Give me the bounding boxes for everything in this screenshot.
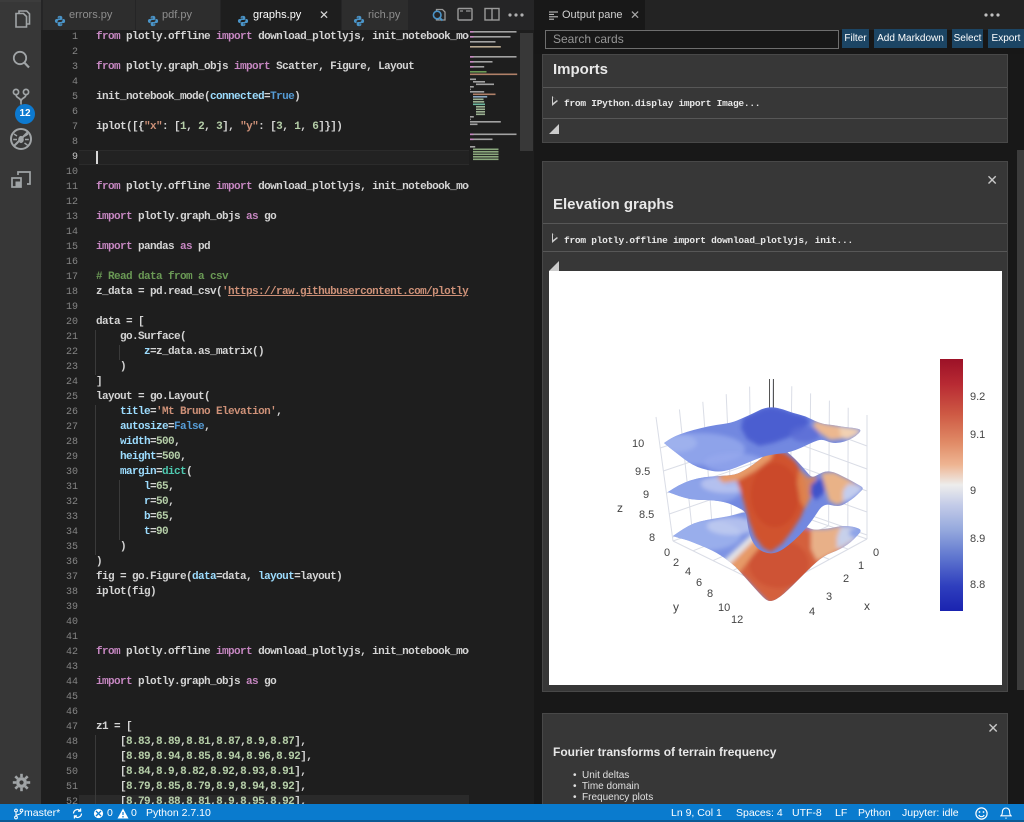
- svg-text:8.9: 8.9: [970, 533, 985, 545]
- svg-text:6: 6: [696, 577, 702, 589]
- svg-text:10: 10: [632, 438, 644, 450]
- svg-text:2: 2: [843, 573, 849, 585]
- svg-text:9.1: 9.1: [970, 429, 985, 441]
- svg-text:0: 0: [664, 547, 670, 559]
- svg-text:1: 1: [858, 560, 864, 572]
- svg-text:z: z: [617, 501, 623, 515]
- svg-text:4: 4: [809, 606, 815, 618]
- svg-text:y: y: [673, 600, 679, 614]
- svg-text:2: 2: [673, 557, 679, 569]
- svg-text:9: 9: [643, 489, 649, 501]
- svg-text:9.5: 9.5: [635, 466, 650, 478]
- svg-text:9.2: 9.2: [970, 391, 985, 403]
- svg-text:4: 4: [685, 566, 691, 578]
- svg-text:x: x: [864, 599, 870, 613]
- svg-text:9: 9: [970, 485, 976, 497]
- svg-text:3: 3: [826, 591, 832, 603]
- svg-text:8: 8: [649, 532, 655, 544]
- svg-text:8.5: 8.5: [639, 509, 654, 521]
- svg-text:12: 12: [731, 614, 743, 626]
- svg-text:10: 10: [718, 602, 730, 614]
- svg-text:0: 0: [873, 547, 879, 559]
- svg-text:8.8: 8.8: [970, 579, 985, 591]
- svg-text:8: 8: [707, 588, 713, 600]
